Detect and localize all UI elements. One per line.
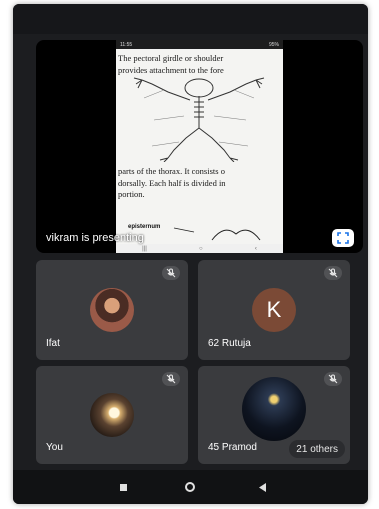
book-line: The pectoral girdle or shoulder <box>118 53 224 63</box>
mic-off-icon <box>162 372 180 386</box>
avatar-you <box>90 393 134 437</box>
sternum-diagram: episternum <box>124 222 274 244</box>
status-bar <box>13 4 368 34</box>
book-text-top: The pectoral girdle or shoulder provides… <box>116 53 283 76</box>
android-nav-bar <box>13 470 368 504</box>
home-icon[interactable] <box>183 481 197 493</box>
sternum-label: episternum <box>128 224 161 230</box>
participant-tile-rutuja[interactable]: K 62 Rutuja <box>198 260 350 360</box>
fullscreen-button[interactable] <box>332 229 354 247</box>
avatar-pramod <box>242 377 306 441</box>
presenter-label: vikram is presenting <box>46 232 144 244</box>
fullscreen-icon <box>337 232 349 244</box>
recent-apps-icon[interactable] <box>116 481 130 493</box>
others-count-badge[interactable]: 21 others <box>289 440 345 458</box>
frog-skeleton-diagram <box>133 77 265 162</box>
participant-name: 45 Pramod <box>208 442 257 453</box>
shared-screen: 11:55 95% The pectoral girdle or shoulde… <box>116 40 283 253</box>
book-line: portion. <box>118 189 145 199</box>
participant-tile-ifat[interactable]: Ifat <box>36 260 188 360</box>
avatar-ifat <box>90 288 134 332</box>
shared-phone-time: 11:55 <box>120 41 133 48</box>
participant-name: Ifat <box>46 338 60 349</box>
shared-back-icon: ‹ <box>254 245 257 252</box>
mic-off-icon <box>324 266 342 280</box>
presentation-tile[interactable]: 11:55 95% The pectoral girdle or shoulde… <box>36 40 363 253</box>
book-text-middle: parts of the thorax. It consists o dorsa… <box>116 166 226 201</box>
participant-tile-you[interactable]: You <box>36 366 188 464</box>
shared-phone-nav: ||| ○ ‹ <box>116 244 283 253</box>
book-line: parts of the thorax. It consists o <box>118 166 225 176</box>
book-line: dorsally. Each half is divided in <box>118 177 226 188</box>
participant-tile-pramod[interactable]: 45 Pramod 21 others <box>198 366 350 464</box>
mic-off-icon <box>324 372 342 386</box>
shared-home-icon: ○ <box>199 245 203 252</box>
book-line: provides attachment to the fore <box>118 64 224 75</box>
back-icon[interactable] <box>256 481 270 493</box>
shared-phone-status-bar: 11:55 95% <box>116 40 283 49</box>
mic-off-icon <box>162 266 180 280</box>
shared-phone-battery: 95% <box>268 41 279 48</box>
participant-name: 62 Rutuja <box>208 338 251 349</box>
meet-screen: 11:55 95% The pectoral girdle or shoulde… <box>13 4 368 504</box>
letter-avatar: K <box>252 288 296 332</box>
shared-recent-icon: ||| <box>142 245 147 252</box>
participant-name: You <box>46 442 63 453</box>
